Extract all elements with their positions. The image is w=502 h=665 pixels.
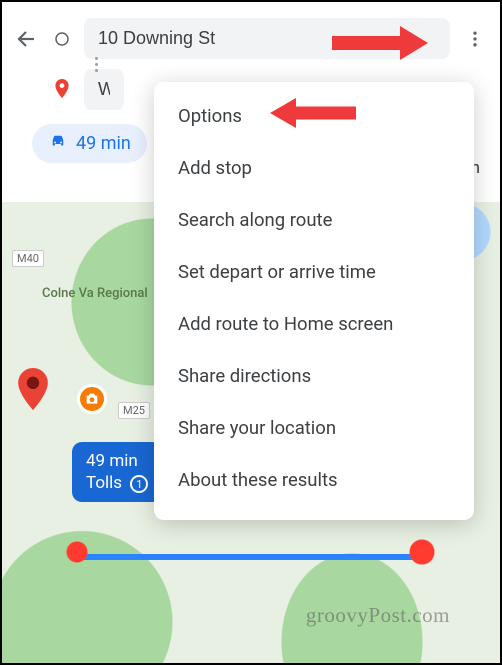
waypoint-connector-dots xyxy=(95,57,98,72)
menu-item-about-results[interactable]: About these results xyxy=(154,454,474,506)
speed-camera-icon[interactable] xyxy=(77,384,107,414)
route-tolls-count-badge: 1 xyxy=(130,475,148,493)
car-icon xyxy=(48,132,68,155)
travel-mode-drive-chip[interactable]: 49 min xyxy=(32,124,147,163)
map-label-m25: M25 xyxy=(118,402,150,419)
route-tolls-text: Tolls xyxy=(86,473,122,493)
more-options-button[interactable] xyxy=(462,26,488,52)
watermark-text: groovyPost.com xyxy=(306,603,450,628)
map-label-region: Colne Va Regional xyxy=(42,286,148,301)
route-duration-tooltip[interactable]: 49 min Tolls 1 xyxy=(72,442,162,502)
annotation-arrow-to-more xyxy=(332,26,428,60)
route-duration-text: 49 min xyxy=(86,450,148,472)
menu-item-share-directions[interactable]: Share directions xyxy=(154,350,474,402)
origin-waypoint-icon xyxy=(52,30,72,48)
map-destination-pin[interactable] xyxy=(18,368,48,398)
menu-item-share-location[interactable]: Share your location xyxy=(154,402,474,454)
back-button[interactable] xyxy=(14,26,40,52)
annotation-arrow-to-options xyxy=(270,98,356,128)
menu-item-add-stop[interactable]: Add stop xyxy=(154,142,474,194)
destination-input[interactable] xyxy=(84,69,124,110)
menu-item-add-to-home[interactable]: Add route to Home screen xyxy=(154,298,474,350)
map-label-m40: M40 xyxy=(12,250,44,267)
menu-item-set-depart-arrive[interactable]: Set depart or arrive time xyxy=(154,246,474,298)
destination-waypoint-icon xyxy=(52,79,72,101)
menu-item-search-along-route[interactable]: Search along route xyxy=(154,194,474,246)
overflow-menu: Options Add stop Search along route Set … xyxy=(154,82,474,520)
drive-time-text: 49 min xyxy=(76,133,131,154)
